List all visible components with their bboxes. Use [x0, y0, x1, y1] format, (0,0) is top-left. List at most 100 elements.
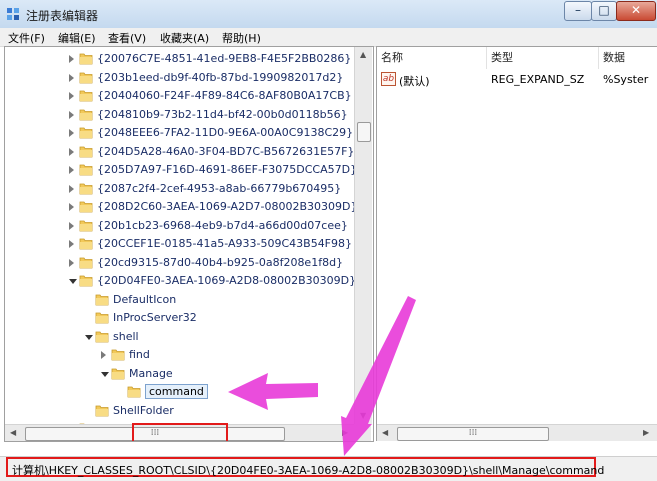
collapsed-triangle-icon[interactable]: [101, 351, 106, 359]
list-scroll-left-icon[interactable]: ◀: [382, 429, 388, 437]
folder-icon: [79, 53, 93, 65]
tree-item[interactable]: {204810b9-73b2-11d4-bf42-00b0d0118b56}: [69, 106, 369, 124]
registry-editor-window: 注册表编辑器 – □ ✕ 文件(F) 编辑(E) 查看(V) 收藏夹(A) 帮助…: [0, 0, 657, 481]
maximize-button[interactable]: □: [591, 1, 617, 21]
collapsed-triangle-icon[interactable]: [69, 203, 74, 211]
folder-icon: [79, 183, 93, 194]
tree-item-label: {2087c2f4-2cef-4953-a8ab-66779b670495}: [97, 181, 342, 195]
folder-icon: [79, 164, 93, 176]
value-type: REG_EXPAND_SZ: [491, 73, 585, 86]
tree-item[interactable]: find: [101, 346, 373, 364]
tree-item[interactable]: shell: [85, 328, 373, 346]
scroll-left-icon[interactable]: ◀: [10, 429, 16, 437]
list-horizontal-scrollbar[interactable]: ◀ ⁞⁞⁞ ▶: [377, 424, 657, 441]
list-scroll-right-icon[interactable]: ▶: [643, 429, 649, 437]
title-bar: 注册表编辑器 – □ ✕: [0, 0, 657, 28]
tree-vertical-scroll-thumb[interactable]: [357, 122, 371, 142]
tree-item[interactable]: {203b1eed-db9f-40fb-87bd-1990982017d2}: [69, 69, 369, 87]
tree-item[interactable]: {2048EEE6-7FA2-11D0-9E6A-00A0C9138C29}: [69, 124, 369, 142]
tree-item[interactable]: {20b1cb23-6968-4eb9-b7d4-a66d00d07cee}: [69, 217, 369, 235]
tree-item-label: InProcServer32: [113, 311, 197, 324]
tree-item-label: ShellFolder: [113, 403, 174, 417]
tree-item[interactable]: command: [117, 383, 373, 401]
menu-favorites[interactable]: 收藏夹(A): [160, 30, 209, 46]
value-row[interactable]: ab (默认) REG_EXPAND_SZ %Syster: [377, 71, 657, 89]
value-data: %Syster: [603, 73, 649, 86]
tree-item[interactable]: {20CCEF1E-0185-41a5-A933-509C43B54F98}: [69, 235, 369, 253]
scroll-down-icon[interactable]: ▼: [360, 412, 366, 420]
tree-vertical-scrollbar[interactable]: ▲ ▼: [354, 47, 372, 424]
folder-icon: [79, 72, 93, 83]
menu-edit[interactable]: 编辑(E): [58, 30, 96, 46]
tree-item-label: DefaultIcon: [113, 292, 177, 306]
column-header-type[interactable]: 类型: [487, 47, 599, 69]
expanded-triangle-icon[interactable]: [85, 334, 93, 340]
scroll-up-icon[interactable]: ▲: [360, 51, 366, 59]
folder-icon: [79, 127, 93, 139]
collapsed-triangle-icon[interactable]: [69, 92, 74, 100]
folder-icon: [95, 331, 109, 342]
expanded-triangle-icon[interactable]: [69, 279, 77, 284]
tree-item-label: {20b1cb23-6968-4eb9-b7d4-a66d00d07cee}: [97, 218, 348, 232]
tree-item[interactable]: {20D04FE0-3AEA-1069-A2D8-08002B30309D}: [69, 272, 369, 290]
expanded-triangle-icon[interactable]: [101, 371, 109, 377]
folder-icon: [95, 405, 109, 416]
close-button[interactable]: ✕: [616, 1, 656, 21]
collapsed-triangle-icon[interactable]: [69, 166, 74, 174]
collapsed-triangle-icon[interactable]: [69, 240, 74, 248]
folder-icon: [127, 386, 141, 398]
window-title: 注册表编辑器: [26, 9, 99, 23]
menu-file[interactable]: 文件(F): [8, 30, 45, 46]
folder-icon: [79, 146, 93, 157]
tree-item[interactable]: InProcServer32: [85, 309, 373, 327]
folder-icon: [111, 349, 125, 361]
folder-icon: [79, 238, 93, 250]
column-header-name[interactable]: 名称: [377, 47, 487, 69]
tree-item-label: {203b1eed-db9f-40fb-87bd-1990982017d2}: [97, 70, 344, 84]
tree-item[interactable]: DefaultIcon: [85, 291, 373, 309]
key-tree-pane[interactable]: {20076C7E-4851-41ed-9EB8-F4E5F2BB0286} {2…: [4, 46, 374, 442]
tree-item-label: {204810b9-73b2-11d4-bf42-00b0d0118b56}: [97, 107, 348, 121]
tree-item[interactable]: {204D5A28-46A0-3F04-BD7C-B5672631E57F}: [69, 143, 369, 161]
collapsed-triangle-icon[interactable]: [69, 73, 74, 82]
collapsed-triangle-icon[interactable]: [69, 221, 74, 230]
column-header-data[interactable]: 数据: [599, 47, 657, 69]
menu-view[interactable]: 查看(V): [108, 30, 146, 46]
tree-item[interactable]: {20cd9315-87d0-40b4-b925-0a8f208e1f8d}: [69, 254, 369, 272]
folder-icon: [95, 294, 109, 305]
tree-item[interactable]: Manage: [101, 365, 373, 383]
menu-help[interactable]: 帮助(H): [222, 30, 261, 46]
minimize-button[interactable]: –: [564, 1, 592, 21]
collapsed-triangle-icon[interactable]: [69, 184, 74, 193]
folder-icon: [79, 257, 93, 268]
folder-icon: [95, 312, 109, 324]
tree-item[interactable]: {2087c2f4-2cef-4953-a8ab-66779b670495}: [69, 180, 369, 198]
string-value-icon: ab: [381, 72, 396, 86]
collapsed-triangle-icon[interactable]: [69, 129, 74, 137]
folder-icon: [79, 220, 93, 231]
values-list-pane[interactable]: 名称 类型 数据 ab (默认) REG_EXPAND_SZ %Syster ◀…: [376, 46, 657, 441]
tree-item-label: {20D04FE0-3AEA-1069-A2D8-08002B30309D}: [97, 274, 357, 287]
path-highlight-box: 计算机\HKEY_CLASSES_ROOT\CLSID\{20D04FE0-3A…: [6, 457, 604, 477]
tree-item[interactable]: {205D7A97-F16D-4691-86EF-F3075DCCA57D}: [69, 161, 369, 179]
tree-item-label: {20cd9315-87d0-40b4-b925-0a8f208e1f8d}: [97, 255, 344, 269]
collapsed-triangle-icon[interactable]: [69, 147, 74, 156]
folder-icon: [79, 90, 93, 102]
tree-item[interactable]: ShellFolder: [85, 402, 373, 420]
tree-item[interactable]: {208D2C60-3AEA-1069-A2D7-08002B30309D}: [69, 198, 369, 216]
tree-item[interactable]: {20404060-F24F-4F89-84C6-8AF80B0A17CB}: [69, 87, 369, 105]
collapsed-triangle-icon[interactable]: [69, 55, 74, 63]
scroll-right-icon[interactable]: ▶: [342, 429, 348, 437]
registry-editor-icon: [7, 8, 19, 20]
tree-item-label: {20404060-F24F-4F89-84C6-8AF80B0A17CB}: [97, 89, 352, 102]
list-horizontal-scroll-thumb[interactable]: ⁞⁞⁞: [397, 427, 549, 441]
tree-item[interactable]: {20076C7E-4851-41ed-9EB8-F4E5F2BB0286}: [69, 50, 369, 68]
tree-item-label: {20CCEF1E-0185-41a5-A933-509C43B54F98}: [97, 237, 353, 250]
current-key-path: 计算机\HKEY_CLASSES_ROOT\CLSID\{20D04FE0-3A…: [12, 464, 605, 477]
tree-item-label: {208D2C60-3AEA-1069-A2D7-08002B30309D}: [97, 200, 358, 213]
collapsed-triangle-icon[interactable]: [69, 110, 74, 119]
collapsed-triangle-icon[interactable]: [69, 258, 74, 267]
tree-item-label: Manage: [129, 366, 173, 380]
folder-icon: [79, 201, 93, 213]
value-name: (默认): [399, 75, 430, 88]
